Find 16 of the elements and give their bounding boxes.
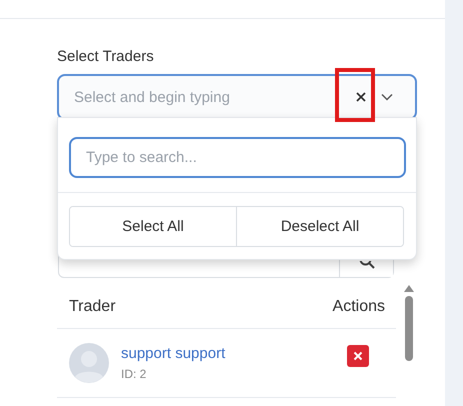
trader-name[interactable]: support support — [121, 344, 226, 362]
scroll-up-icon[interactable] — [404, 285, 414, 292]
remove-button[interactable] — [347, 345, 369, 367]
select-placeholder: Select and begin typing — [74, 88, 231, 106]
scroll-thumb[interactable] — [405, 296, 413, 361]
deselect-all-button[interactable]: Deselect All — [236, 207, 403, 246]
trader-id: ID: 2 — [121, 366, 146, 382]
clear-icon[interactable] — [355, 91, 367, 103]
field-label: Select Traders — [57, 47, 155, 67]
close-icon — [353, 351, 363, 361]
search-field[interactable]: Type to search... — [69, 137, 406, 178]
search-icon — [358, 261, 374, 269]
chevron-down-icon[interactable] — [381, 93, 393, 101]
avatar-icon — [69, 343, 109, 383]
column-header: Trader — [69, 298, 116, 316]
column-header: Actions — [332, 298, 385, 316]
